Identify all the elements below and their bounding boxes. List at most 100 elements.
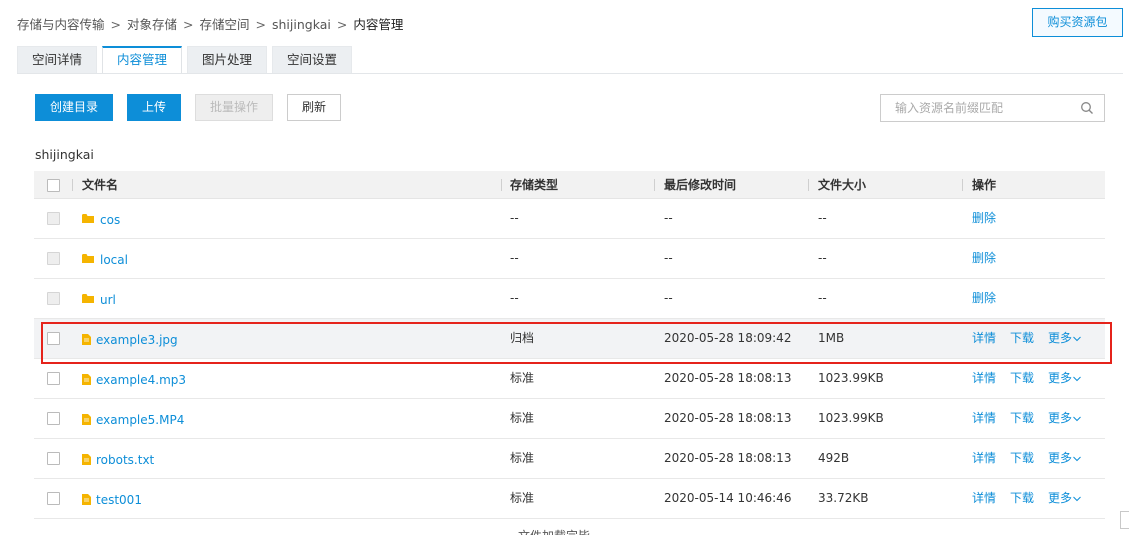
breadcrumb-separator: > (255, 17, 266, 32)
file-size: -- (818, 251, 827, 265)
detail-link[interactable]: 详情 (972, 491, 996, 505)
tab-bucket-details[interactable]: 空间详情 (17, 46, 98, 74)
more-dropdown[interactable]: 更多 (1048, 491, 1081, 505)
download-link[interactable]: 下载 (1010, 371, 1034, 385)
row-checkbox[interactable] (47, 212, 60, 225)
breadcrumb-item-object-storage[interactable]: 对象存储 (127, 14, 177, 33)
download-link[interactable]: 下载 (1010, 451, 1034, 465)
file-size: -- (818, 291, 827, 305)
storage-type: 归档 (510, 331, 535, 345)
header-file-size: 文件大小 (818, 178, 867, 192)
last-modified: -- (664, 291, 673, 305)
last-modified: 2020-05-28 18:08:13 (664, 371, 792, 385)
last-modified: 2020-05-28 18:09:42 (664, 331, 792, 345)
folder-name-link[interactable]: local (100, 240, 128, 280)
file-name-link[interactable]: robots.txt (96, 440, 154, 480)
folder-name-link[interactable]: cos (100, 200, 120, 240)
tab-bar: 空间详情 内容管理 图片处理 空间设置 (17, 46, 357, 74)
top-bar: 存储与内容传输 > 对象存储 > 存储空间 > shijingkai > 内容管理 购买资源包 (0, 0, 1129, 44)
search-icon[interactable] (1080, 101, 1094, 115)
table-row: example4.mp3 标准 2020-05-28 18:08:13 1023… (34, 359, 1105, 399)
storage-type: 标准 (510, 371, 535, 385)
file-size: 1023.99KB (818, 371, 884, 385)
batch-operation-button[interactable]: 批量操作 (195, 94, 274, 121)
download-link[interactable]: 下载 (1010, 411, 1034, 425)
tab-image-processing[interactable]: 图片处理 (187, 46, 268, 74)
file-name-link[interactable]: example3.jpg (96, 320, 178, 360)
storage-type: -- (510, 251, 519, 265)
detail-link[interactable]: 详情 (972, 331, 996, 345)
bucket-name-label: shijingkai (35, 147, 94, 162)
delete-link[interactable]: 删除 (972, 211, 996, 225)
tab-content-management[interactable]: 内容管理 (102, 46, 183, 74)
folder-name-link[interactable]: url (100, 280, 116, 320)
more-label: 更多 (1048, 451, 1073, 465)
storage-type: 标准 (510, 411, 535, 425)
header-operations: 操作 (972, 178, 997, 192)
row-checkbox[interactable] (47, 412, 60, 425)
more-dropdown[interactable]: 更多 (1048, 451, 1081, 465)
breadcrumb-item-storage[interactable]: 存储与内容传输 (17, 14, 105, 33)
chevron-down-icon (1073, 376, 1081, 381)
upload-button[interactable]: 上传 (127, 94, 182, 121)
file-icon (82, 414, 91, 425)
breadcrumb: 存储与内容传输 > 对象存储 > 存储空间 > shijingkai > 内容管理 (17, 14, 403, 33)
search-input[interactable] (881, 95, 1071, 121)
row-checkbox[interactable] (47, 492, 60, 505)
file-icon (82, 494, 91, 505)
buy-package-button[interactable]: 购买资源包 (1032, 8, 1123, 37)
detail-link[interactable]: 详情 (972, 411, 996, 425)
load-complete-text: 文件加载完毕 (518, 527, 590, 535)
feedback-widget[interactable] (1120, 511, 1129, 529)
last-modified: 2020-05-28 18:08:13 (664, 411, 792, 425)
more-dropdown[interactable]: 更多 (1048, 331, 1081, 345)
breadcrumb-separator: > (110, 17, 121, 32)
chevron-down-icon (1073, 336, 1081, 341)
row-checkbox[interactable] (47, 372, 60, 385)
column-divider (501, 179, 502, 191)
row-checkbox[interactable] (47, 332, 60, 345)
table-row: robots.txt 标准 2020-05-28 18:08:13 492B 详… (34, 439, 1105, 479)
folder-icon (82, 254, 94, 263)
more-label: 更多 (1048, 331, 1073, 345)
file-name-link[interactable]: example4.mp3 (96, 360, 186, 400)
table-row: example5.MP4 标准 2020-05-28 18:08:13 1023… (34, 399, 1105, 439)
toolbar: 创建目录 上传 批量操作 刷新 (35, 94, 355, 121)
file-name-link[interactable]: example5.MP4 (96, 400, 184, 440)
row-checkbox[interactable] (47, 452, 60, 465)
delete-link[interactable]: 删除 (972, 291, 996, 305)
file-table: 文件名 存储类型 最后修改时间 文件大小 操作 cos -- -- -- 删除 … (34, 171, 1105, 519)
chevron-down-icon (1073, 416, 1081, 421)
more-dropdown[interactable]: 更多 (1048, 411, 1081, 425)
file-size: 1MB (818, 331, 845, 345)
file-size: -- (818, 211, 827, 225)
content-panel: 创建目录 上传 批量操作 刷新 shijingkai 文件名 存储类型 最后修改… (17, 73, 1123, 535)
last-modified: -- (664, 251, 673, 265)
refresh-button[interactable]: 刷新 (287, 94, 342, 121)
table-row: cos -- -- -- 删除 (34, 199, 1105, 239)
file-icon (82, 454, 91, 465)
header-file-name: 文件名 (82, 178, 119, 192)
detail-link[interactable]: 详情 (972, 451, 996, 465)
more-label: 更多 (1048, 491, 1073, 505)
delete-link[interactable]: 删除 (972, 251, 996, 265)
breadcrumb-item-buckets[interactable]: 存储空间 (200, 14, 250, 33)
tab-bucket-settings[interactable]: 空间设置 (272, 46, 353, 74)
breadcrumb-separator: > (336, 17, 348, 32)
download-link[interactable]: 下载 (1010, 491, 1034, 505)
table-row: test001 标准 2020-05-14 10:46:46 33.72KB 详… (34, 479, 1105, 519)
more-label: 更多 (1048, 411, 1073, 425)
storage-type: -- (510, 291, 519, 305)
file-size: 1023.99KB (818, 411, 884, 425)
file-name-link[interactable]: test001 (96, 480, 142, 520)
detail-link[interactable]: 详情 (972, 371, 996, 385)
table-row: example3.jpg 归档 2020-05-28 18:09:42 1MB … (34, 319, 1105, 359)
create-directory-button[interactable]: 创建目录 (35, 94, 114, 121)
row-checkbox[interactable] (47, 292, 60, 305)
breadcrumb-item-bucket[interactable]: shijingkai (272, 17, 331, 32)
last-modified: 2020-05-28 18:08:13 (664, 451, 792, 465)
select-all-checkbox[interactable] (47, 179, 60, 192)
download-link[interactable]: 下载 (1010, 331, 1034, 345)
row-checkbox[interactable] (47, 252, 60, 265)
more-dropdown[interactable]: 更多 (1048, 371, 1081, 385)
